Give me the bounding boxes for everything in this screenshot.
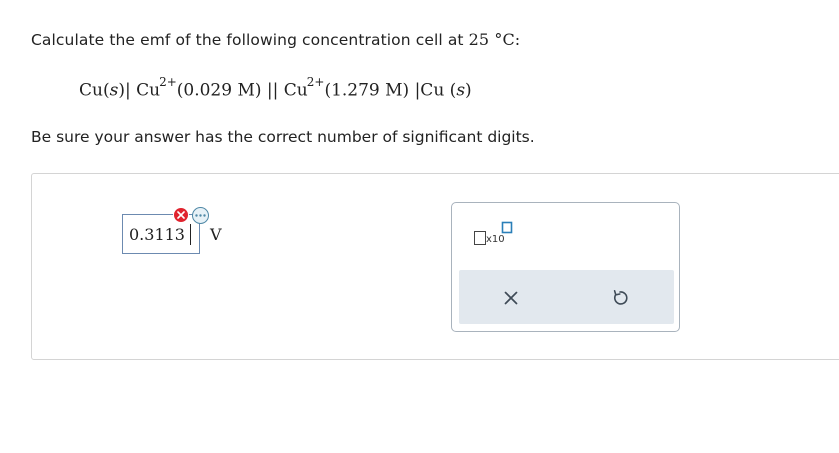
ellipsis-icon[interactable] <box>192 207 209 224</box>
undo-button[interactable] <box>606 284 634 312</box>
close-icon <box>504 291 518 305</box>
eq-charge-2: 2+ <box>306 75 325 89</box>
cell-equation: Cu(s)| Cu2+(0.029 M) || Cu2+(1.279 M) |C… <box>79 75 472 101</box>
answer-panel <box>31 173 839 360</box>
undo-icon <box>613 290 628 305</box>
eq-charge-1: 2+ <box>159 75 177 89</box>
question-prompt: Calculate the emf of the following conce… <box>31 30 520 49</box>
prompt-temperature: 25 °C: <box>468 30 521 49</box>
eq-concentration-2: (1.279 M) |Cu ( <box>324 80 457 101</box>
prompt-text: Calculate the emf of the following conce… <box>31 31 464 49</box>
answer-unit: V <box>210 225 222 244</box>
scientific-notation-button[interactable]: x10 <box>472 220 516 250</box>
answer-value: 0.3113 <box>129 225 185 244</box>
eq-concentration-1: (0.029 M) || Cu <box>176 80 308 101</box>
eq-left-close: )| Cu <box>118 80 161 101</box>
eq-right-close: ) <box>465 80 472 101</box>
clear-button[interactable] <box>497 285 525 311</box>
toolbox-action-row <box>459 270 674 324</box>
text-caret <box>190 224 191 245</box>
sci-notation-label: x10 <box>486 234 505 245</box>
eq-left-electrode: Cu( <box>79 80 110 101</box>
eq-right-state: s <box>456 80 466 101</box>
x-circle-icon <box>173 207 189 223</box>
instruction-text: Be sure your answer has the correct numb… <box>31 128 535 146</box>
answer-input[interactable]: 0.3113 <box>122 214 200 254</box>
